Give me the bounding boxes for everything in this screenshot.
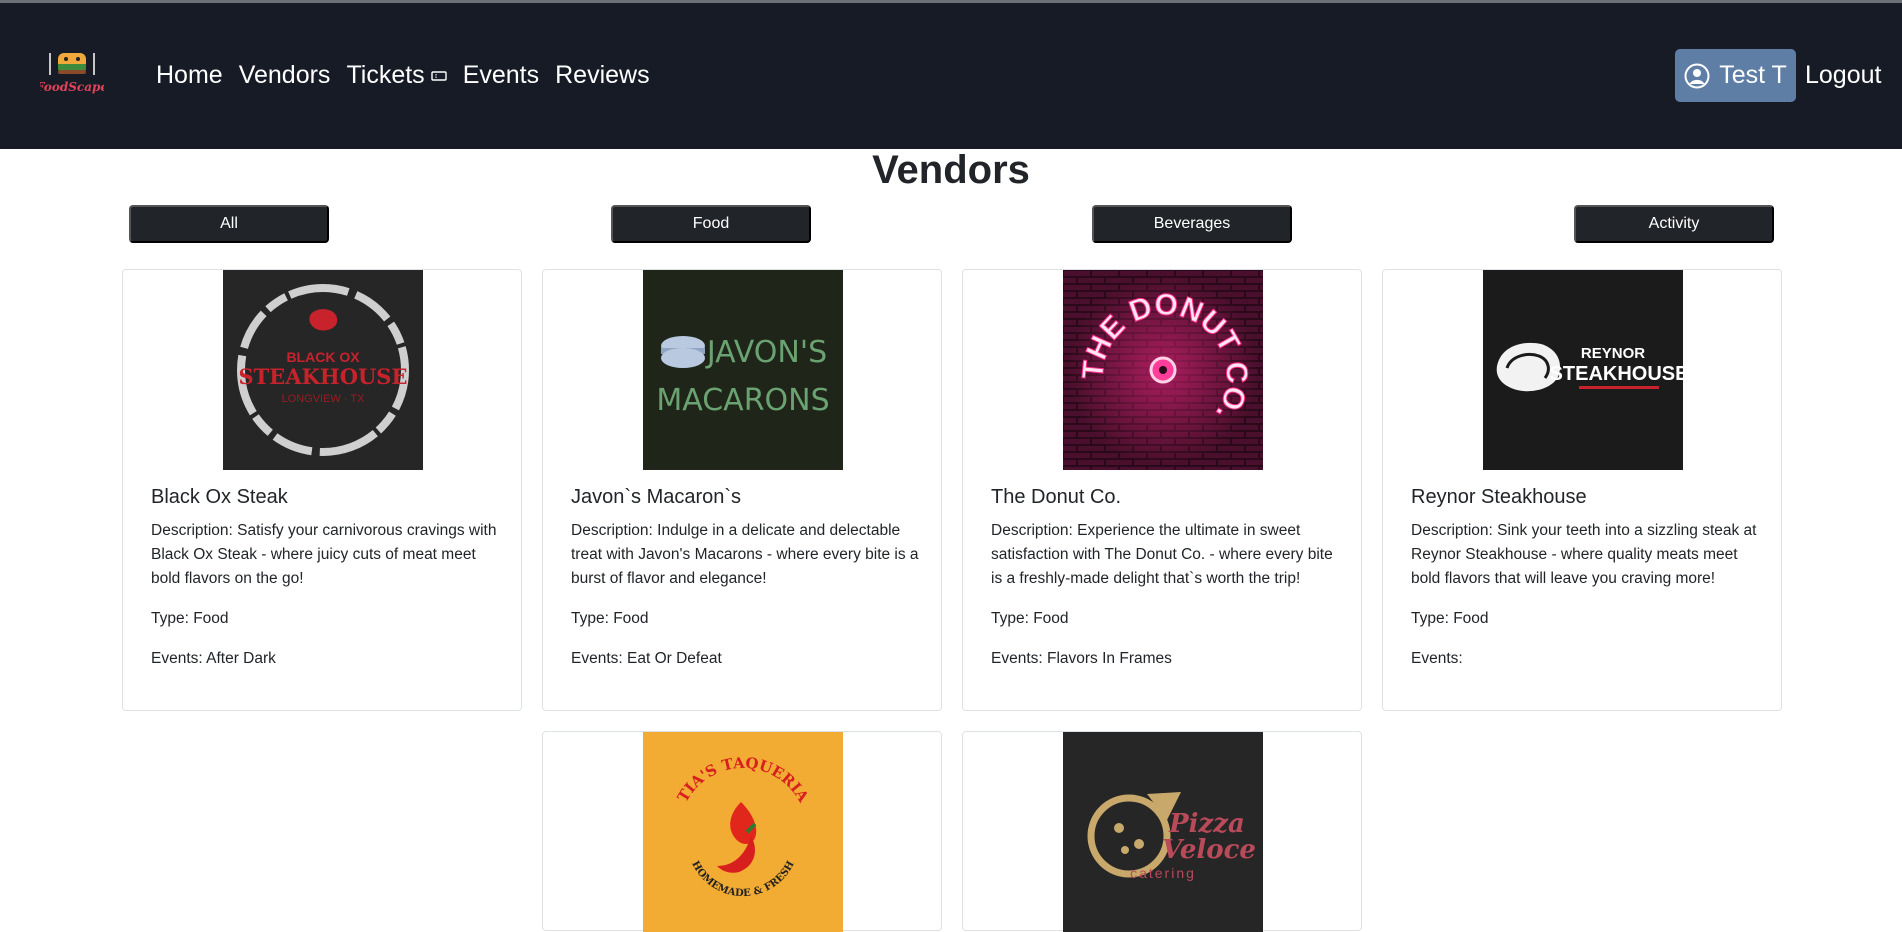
vendor-card[interactable]: Pizza Veloce catering [962,731,1362,932]
ticket-icon [430,70,447,81]
nav-tickets[interactable]: Tickets [346,61,447,90]
foodscape-logo[interactable]: FoodScape [40,49,104,99]
vendor-description: Description: Experience the ultimate in … [991,522,1333,587]
page-title: Vendors [872,148,1030,192]
svg-text:FoodScape: FoodScape [40,80,104,94]
vendor-name: Black Ox Steak [151,486,288,508]
filter-activity-button[interactable]: Activity [1574,205,1774,243]
filter-all-button[interactable]: All [129,205,329,243]
vendor-name: Javon`s Macaron`s [571,486,742,508]
nav-reviews[interactable]: Reviews [555,61,649,90]
vendor-type: Type: Food [151,610,229,627]
vendor-logo-image: Pizza Veloce catering [1063,732,1263,932]
vendor-type: Type: Food [1411,610,1489,627]
vendor-card[interactable]: REYNOR STEAKHOUSE Reynor Steakhouse Desc… [1382,269,1782,711]
vendor-events: Events: Eat Or Defeat [571,650,722,667]
filter-food-button[interactable]: Food [611,205,811,243]
vendor-logo-image: BLACK OX STEAKHOUSE LONGVIEW · TX [223,270,423,470]
vendor-events: Events: Flavors In Frames [991,650,1172,667]
svg-text:JAVON'S: JAVON'S [705,335,827,370]
vendor-description: Description: Indulge in a delicate and d… [571,522,919,587]
vendor-card[interactable]: TIA'S TAQUERIA HOMEMADE & FRESH [542,731,942,932]
vendor-name: Reynor Steakhouse [1411,486,1587,508]
vendor-description: Description: Satisfy your carnivorous cr… [151,522,497,587]
vendor-card[interactable]: JAVON'S MACARONS Javon`s Macaron`s Descr… [542,269,942,711]
vendor-logo-image: THE DONUT CO. [1063,270,1263,470]
filter-beverages-button[interactable]: Beverages [1092,205,1292,243]
vendor-logo-image: REYNOR STEAKHOUSE [1483,270,1683,470]
vendor-type: Type: Food [571,610,649,627]
svg-text:BLACK OX: BLACK OX [286,349,360,365]
vendor-card[interactable]: THE DONUT CO. The Donut Co. Description:… [962,269,1362,711]
svg-text:STEAKHOUSE: STEAKHOUSE [1550,363,1683,385]
top-navbar: FoodScape Home Vendors Tickets Events Re… [0,3,1902,149]
svg-text:STEAKHOUSE: STEAKHOUSE [239,364,408,389]
svg-text:catering: catering [1130,865,1196,881]
vendor-card[interactable]: BLACK OX STEAKHOUSE LONGVIEW · TX Black … [122,269,522,711]
svg-text:REYNOR: REYNOR [1581,345,1645,362]
svg-text:Veloce: Veloce [1162,835,1256,865]
vendor-description: Description: Sink your teeth into a sizz… [1411,522,1757,587]
vendor-events: Events: After Dark [151,650,276,667]
user-name: Test T [1719,61,1787,89]
nav-vendors[interactable]: Vendors [239,61,331,90]
nav-events[interactable]: Events [463,61,539,90]
vendor-name: The Donut Co. [991,486,1122,508]
vendor-type: Type: Food [991,610,1069,627]
user-circle-icon [1684,63,1710,88]
nav-home[interactable]: Home [156,61,223,90]
svg-text:LONGVIEW · TX: LONGVIEW · TX [282,393,366,405]
logout-link[interactable]: Logout [1805,61,1881,90]
vendor-events: Events: [1411,650,1463,667]
user-profile-button[interactable]: Test T [1675,49,1796,102]
main-nav: Home Vendors Tickets Events Reviews [156,61,650,90]
svg-text:MACARONS: MACARONS [656,383,829,418]
vendor-logo-image: TIA'S TAQUERIA HOMEMADE & FRESH [643,732,843,932]
vendor-logo-image: JAVON'S MACARONS [643,270,843,470]
